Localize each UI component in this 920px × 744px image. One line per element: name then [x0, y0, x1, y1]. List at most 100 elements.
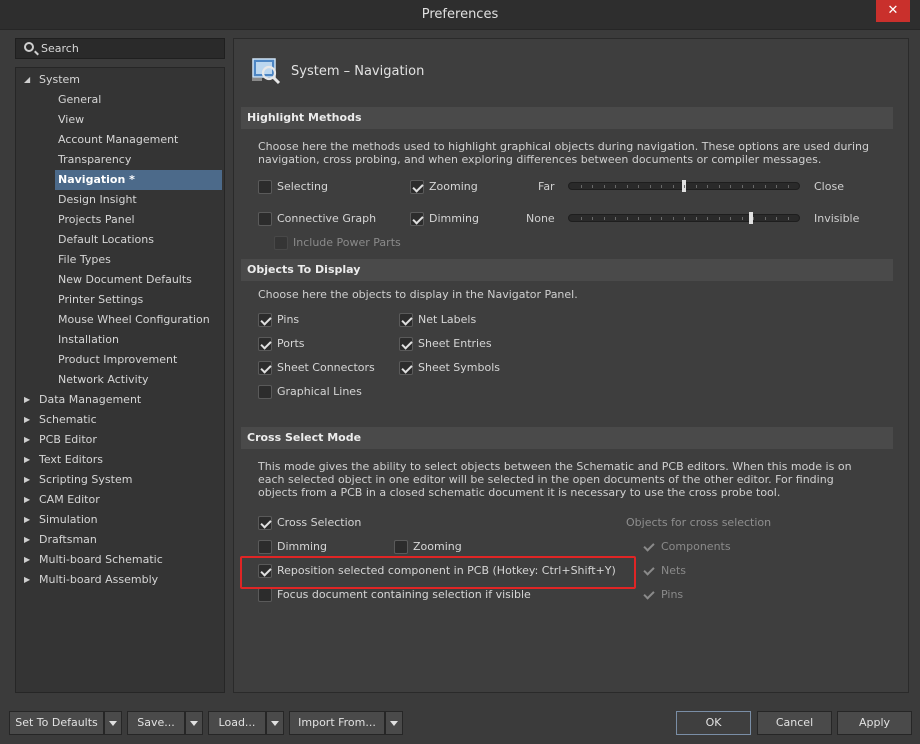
tree-item[interactable]: Printer Settings: [16, 290, 224, 310]
checkbox-label: Cross Selection: [277, 516, 362, 529]
import-from-dropdown[interactable]: [385, 711, 403, 735]
tree-item-label: Network Activity: [58, 373, 149, 386]
tree-item[interactable]: ▶ Multi-board Assembly: [16, 570, 224, 590]
save-dropdown[interactable]: [185, 711, 203, 735]
checkbox-box[interactable]: [399, 361, 413, 375]
chevron-down-icon[interactable]: ◢: [24, 70, 30, 90]
tree-item[interactable]: General: [16, 90, 224, 110]
slider-tick: [684, 217, 685, 220]
chevron-right-icon[interactable]: ▶: [24, 530, 30, 550]
checkbox-box[interactable]: [258, 313, 272, 327]
checkbox-box[interactable]: [410, 212, 424, 226]
tree-item[interactable]: Account Management: [16, 130, 224, 150]
tree-item-label: Multi-board Schematic: [39, 553, 163, 566]
tree-item[interactable]: Navigation *: [16, 170, 224, 190]
slider-tick: [776, 185, 777, 188]
chevron-right-icon[interactable]: ▶: [24, 410, 30, 430]
checkbox-label: Graphical Lines: [277, 385, 362, 398]
save-button[interactable]: Save...: [127, 711, 185, 735]
checkbox-label: Zooming: [413, 540, 462, 553]
checkbox-box[interactable]: [642, 564, 656, 578]
tree-item-label: Draftsman: [39, 533, 97, 546]
checkbox-box[interactable]: [258, 540, 272, 554]
tree-item[interactable]: New Document Defaults: [16, 270, 224, 290]
tree-item[interactable]: ▶ Multi-board Schematic: [16, 550, 224, 570]
tree-item[interactable]: ▶ Scripting System: [16, 470, 224, 490]
checkbox-label: Sheet Connectors: [277, 361, 375, 374]
tree-item-label: Installation: [58, 333, 119, 346]
checkbox-box[interactable]: [258, 212, 272, 226]
chevron-right-icon[interactable]: ▶: [24, 450, 30, 470]
ok-button[interactable]: OK: [676, 711, 751, 735]
tree-item-label: Mouse Wheel Configuration: [58, 313, 210, 326]
tree-item[interactable]: Transparency: [16, 150, 224, 170]
checkbox-box[interactable]: [642, 540, 656, 554]
checkbox-box[interactable]: [258, 516, 272, 530]
tree-item[interactable]: Network Activity: [16, 370, 224, 390]
chevron-right-icon[interactable]: ▶: [24, 390, 30, 410]
tree-item[interactable]: ▶ Schematic: [16, 410, 224, 430]
tree-item[interactable]: ▶ Simulation: [16, 510, 224, 530]
checkbox-box[interactable]: [410, 180, 424, 194]
checkbox-label: Connective Graph: [277, 212, 377, 225]
tree-item[interactable]: ▶ Text Editors: [16, 450, 224, 470]
objects-to-display-header: Objects To Display: [241, 259, 893, 281]
chevron-right-icon[interactable]: ▶: [24, 430, 30, 450]
checkbox-box[interactable]: [274, 236, 288, 250]
checkbox-label: Focus document containing selection if v…: [277, 588, 531, 601]
set-to-defaults-dropdown[interactable]: [104, 711, 122, 735]
chevron-right-icon[interactable]: ▶: [24, 570, 30, 590]
dim-slider[interactable]: [568, 212, 800, 224]
slider-tick: [730, 217, 731, 220]
tree-item[interactable]: Default Locations: [16, 230, 224, 250]
dim-slider-min-label: None: [526, 212, 555, 225]
objects-for-cross-selection-label: Objects for cross selection: [626, 516, 772, 529]
checkbox-box[interactable]: [394, 540, 408, 554]
checkbox-label: Pins: [661, 588, 684, 601]
tree-item[interactable]: ▶ Draftsman: [16, 530, 224, 550]
checkbox-box[interactable]: [258, 180, 272, 194]
tree-item[interactable]: ▶ PCB Editor: [16, 430, 224, 450]
close-button[interactable]: ✕: [876, 0, 910, 22]
chevron-right-icon[interactable]: ▶: [24, 470, 30, 490]
checkbox-box[interactable]: [399, 313, 413, 327]
zoom-slider[interactable]: [568, 180, 800, 192]
tree-item[interactable]: Installation: [16, 330, 224, 350]
slider-tick: [638, 185, 639, 188]
cancel-button[interactable]: Cancel: [757, 711, 832, 735]
checkbox-box[interactable]: [258, 588, 272, 602]
tree-item[interactable]: Projects Panel: [16, 210, 224, 230]
import-from-button[interactable]: Import From...: [289, 711, 385, 735]
checkbox-label: Sheet Symbols: [418, 361, 501, 374]
tree-item[interactable]: ▶ Data Management: [16, 390, 224, 410]
title-bar: Preferences ✕: [0, 0, 920, 30]
chevron-right-icon[interactable]: ▶: [24, 510, 30, 530]
tree-item[interactable]: Design Insight: [16, 190, 224, 210]
cross-select-description: This mode gives the ability to select ob…: [258, 460, 852, 499]
checkbox-box[interactable]: [258, 337, 272, 351]
slider-tick: [742, 185, 743, 188]
load-button[interactable]: Load...: [208, 711, 266, 735]
checkbox-box[interactable]: [258, 361, 272, 375]
chevron-right-icon[interactable]: ▶: [24, 550, 30, 570]
checkbox-box[interactable]: [642, 588, 656, 602]
apply-button[interactable]: Apply: [837, 711, 912, 735]
tree-item-label: Schematic: [39, 413, 97, 426]
tree-item[interactable]: ◢ System: [16, 70, 224, 90]
load-dropdown[interactable]: [266, 711, 284, 735]
tree-item[interactable]: File Types: [16, 250, 224, 270]
tree-item[interactable]: View: [16, 110, 224, 130]
tree-item-label: System: [39, 73, 81, 86]
chevron-right-icon[interactable]: ▶: [24, 490, 30, 510]
checkbox-box[interactable]: [258, 385, 272, 399]
checkbox-box[interactable]: [399, 337, 413, 351]
set-to-defaults-button[interactable]: Set To Defaults: [9, 711, 104, 735]
tree-item-label: Text Editors: [39, 453, 104, 466]
tree-item[interactable]: Product Improvement: [16, 350, 224, 370]
tree-item[interactable]: ▶ CAM Editor: [16, 490, 224, 510]
checkbox-label: Pins: [277, 313, 300, 326]
search-input[interactable]: Search: [15, 38, 225, 59]
tree-item-label: Scripting System: [39, 473, 133, 486]
tree-item[interactable]: Mouse Wheel Configuration: [16, 310, 224, 330]
dim-slider-max-label: Invisible: [814, 212, 860, 225]
